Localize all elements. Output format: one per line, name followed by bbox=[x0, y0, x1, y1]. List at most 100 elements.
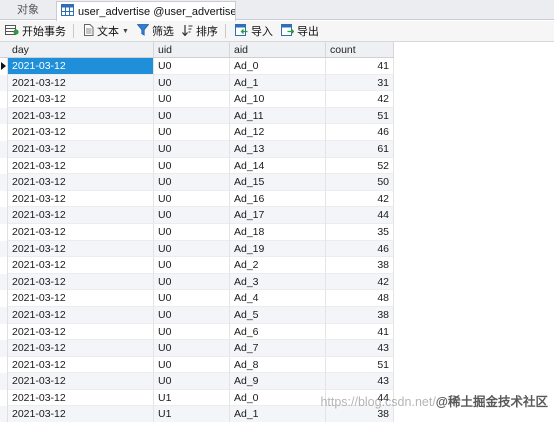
cell-count[interactable]: 51 bbox=[326, 107, 394, 125]
cell-day[interactable]: 2021-03-12 bbox=[8, 157, 154, 175]
table-row[interactable]: 2021-03-12 U0 Ad_10 42 bbox=[0, 91, 554, 108]
table-row[interactable]: 2021-03-12 U0 Ad_19 46 bbox=[0, 240, 554, 258]
cell-uid[interactable]: U0 bbox=[154, 190, 230, 208]
cell-day[interactable]: 2021-03-12 bbox=[8, 306, 154, 324]
text-button[interactable]: 文本 ▼ bbox=[80, 22, 132, 41]
cell-aid[interactable]: Ad_0 bbox=[230, 389, 326, 407]
cell-day[interactable]: 2021-03-12 bbox=[8, 406, 154, 422]
cell-day[interactable]: 2021-03-12 bbox=[8, 223, 154, 241]
cell-day[interactable]: 2021-03-12 bbox=[8, 74, 154, 92]
table-row[interactable]: 2021-03-12 U0 Ad_3 42 bbox=[0, 273, 554, 291]
table-row[interactable]: 2021-03-12 U0 Ad_2 38 bbox=[0, 257, 554, 274]
cell-count[interactable]: 50 bbox=[326, 174, 394, 191]
cell-uid[interactable]: U0 bbox=[154, 207, 230, 224]
table-row[interactable]: 2021-03-12 U0 Ad_7 43 bbox=[0, 340, 554, 357]
cell-aid[interactable]: Ad_1 bbox=[230, 74, 326, 92]
begin-transaction-button[interactable]: 开始事务 bbox=[2, 22, 69, 41]
cell-count[interactable]: 42 bbox=[326, 190, 394, 208]
cell-aid[interactable]: Ad_0 bbox=[230, 58, 326, 75]
cell-uid[interactable]: U0 bbox=[154, 257, 230, 274]
cell-day[interactable]: 2021-03-12 bbox=[8, 107, 154, 125]
cell-aid[interactable]: Ad_5 bbox=[230, 306, 326, 324]
cell-aid[interactable]: Ad_4 bbox=[230, 290, 326, 307]
cell-count[interactable]: 38 bbox=[326, 306, 394, 324]
cell-day[interactable]: 2021-03-12 bbox=[8, 58, 154, 75]
table-row[interactable]: 2021-03-12 U0 Ad_8 51 bbox=[0, 356, 554, 374]
cell-day[interactable]: 2021-03-12 bbox=[8, 190, 154, 208]
cell-count[interactable]: 31 bbox=[326, 74, 394, 92]
cell-aid[interactable]: Ad_7 bbox=[230, 340, 326, 357]
cell-count[interactable]: 43 bbox=[326, 373, 394, 390]
cell-day[interactable]: 2021-03-12 bbox=[8, 290, 154, 307]
cell-day[interactable]: 2021-03-12 bbox=[8, 140, 154, 158]
cell-aid[interactable]: Ad_6 bbox=[230, 323, 326, 341]
column-header-count[interactable]: count bbox=[326, 42, 394, 58]
cell-uid[interactable]: U0 bbox=[154, 124, 230, 141]
table-row[interactable]: 2021-03-12 U0 Ad_9 43 bbox=[0, 373, 554, 390]
table-row[interactable]: 2021-03-12 U0 Ad_12 46 bbox=[0, 124, 554, 141]
table-row[interactable]: 2021-03-12 U0 Ad_14 52 bbox=[0, 157, 554, 175]
cell-uid[interactable]: U0 bbox=[154, 223, 230, 241]
cell-uid[interactable]: U0 bbox=[154, 91, 230, 108]
sort-button[interactable]: 排序 bbox=[179, 22, 221, 41]
cell-aid[interactable]: Ad_19 bbox=[230, 240, 326, 258]
cell-count[interactable]: 46 bbox=[326, 240, 394, 258]
cell-count[interactable]: 38 bbox=[326, 406, 394, 422]
cell-count[interactable]: 41 bbox=[326, 323, 394, 341]
table-row[interactable]: 2021-03-12 U0 Ad_16 42 bbox=[0, 190, 554, 208]
cell-aid[interactable]: Ad_2 bbox=[230, 257, 326, 274]
column-header-day[interactable]: day bbox=[0, 42, 154, 58]
cell-uid[interactable]: U0 bbox=[154, 340, 230, 357]
table-row[interactable]: 2021-03-12 U0 Ad_5 38 bbox=[0, 306, 554, 324]
cell-uid[interactable]: U0 bbox=[154, 240, 230, 258]
cell-day[interactable]: 2021-03-12 bbox=[8, 373, 154, 390]
cell-aid[interactable]: Ad_13 bbox=[230, 140, 326, 158]
table-row[interactable]: 2021-03-12 U0 Ad_0 41 bbox=[0, 58, 554, 75]
cell-aid[interactable]: Ad_3 bbox=[230, 273, 326, 291]
table-row[interactable]: 2021-03-12 U0 Ad_1 31 bbox=[0, 74, 554, 92]
cell-aid[interactable]: Ad_8 bbox=[230, 356, 326, 374]
cell-aid[interactable]: Ad_17 bbox=[230, 207, 326, 224]
tab-user-advertise[interactable]: user_advertise @user_advertise (cen... bbox=[56, 1, 236, 21]
cell-uid[interactable]: U0 bbox=[154, 140, 230, 158]
cell-count[interactable]: 42 bbox=[326, 273, 394, 291]
export-button[interactable]: 导出 bbox=[278, 22, 322, 41]
cell-uid[interactable]: U1 bbox=[154, 406, 230, 422]
table-row[interactable]: 2021-03-12 U0 Ad_11 51 bbox=[0, 107, 554, 125]
import-button[interactable]: 导入 bbox=[232, 22, 276, 41]
cell-uid[interactable]: U0 bbox=[154, 323, 230, 341]
cell-day[interactable]: 2021-03-12 bbox=[8, 207, 154, 224]
cell-uid[interactable]: U1 bbox=[154, 389, 230, 407]
cell-day[interactable]: 2021-03-12 bbox=[8, 91, 154, 108]
cell-day[interactable]: 2021-03-12 bbox=[8, 240, 154, 258]
column-header-aid[interactable]: aid bbox=[230, 42, 326, 58]
cell-aid[interactable]: Ad_9 bbox=[230, 373, 326, 390]
cell-uid[interactable]: U0 bbox=[154, 107, 230, 125]
cell-count[interactable]: 61 bbox=[326, 140, 394, 158]
table-row[interactable]: 2021-03-12 U0 Ad_4 48 bbox=[0, 290, 554, 307]
cell-count[interactable]: 35 bbox=[326, 223, 394, 241]
cell-count[interactable]: 38 bbox=[326, 257, 394, 274]
cell-count[interactable]: 48 bbox=[326, 290, 394, 307]
cell-day[interactable]: 2021-03-12 bbox=[8, 389, 154, 407]
cell-uid[interactable]: U0 bbox=[154, 273, 230, 291]
cell-aid[interactable]: Ad_10 bbox=[230, 91, 326, 108]
cell-day[interactable]: 2021-03-12 bbox=[8, 174, 154, 191]
cell-count[interactable]: 41 bbox=[326, 58, 394, 75]
cell-aid[interactable]: Ad_15 bbox=[230, 174, 326, 191]
cell-aid[interactable]: Ad_14 bbox=[230, 157, 326, 175]
cell-aid[interactable]: Ad_16 bbox=[230, 190, 326, 208]
cell-day[interactable]: 2021-03-12 bbox=[8, 124, 154, 141]
data-grid[interactable]: day uid aid count 2021-03-12 U0 Ad_0 41 2021… bbox=[0, 42, 554, 422]
cell-aid[interactable]: Ad_11 bbox=[230, 107, 326, 125]
cell-aid[interactable]: Ad_12 bbox=[230, 124, 326, 141]
cell-aid[interactable]: Ad_1 bbox=[230, 406, 326, 422]
table-row[interactable]: 2021-03-12 U0 Ad_18 35 bbox=[0, 223, 554, 241]
table-row[interactable]: 2021-03-12 U1 Ad_1 38 bbox=[0, 406, 554, 422]
cell-uid[interactable]: U0 bbox=[154, 290, 230, 307]
cell-day[interactable]: 2021-03-12 bbox=[8, 273, 154, 291]
filter-button[interactable]: 筛选 bbox=[134, 22, 177, 41]
cell-day[interactable]: 2021-03-12 bbox=[8, 257, 154, 274]
cell-uid[interactable]: U0 bbox=[154, 373, 230, 390]
column-header-uid[interactable]: uid bbox=[154, 42, 230, 58]
